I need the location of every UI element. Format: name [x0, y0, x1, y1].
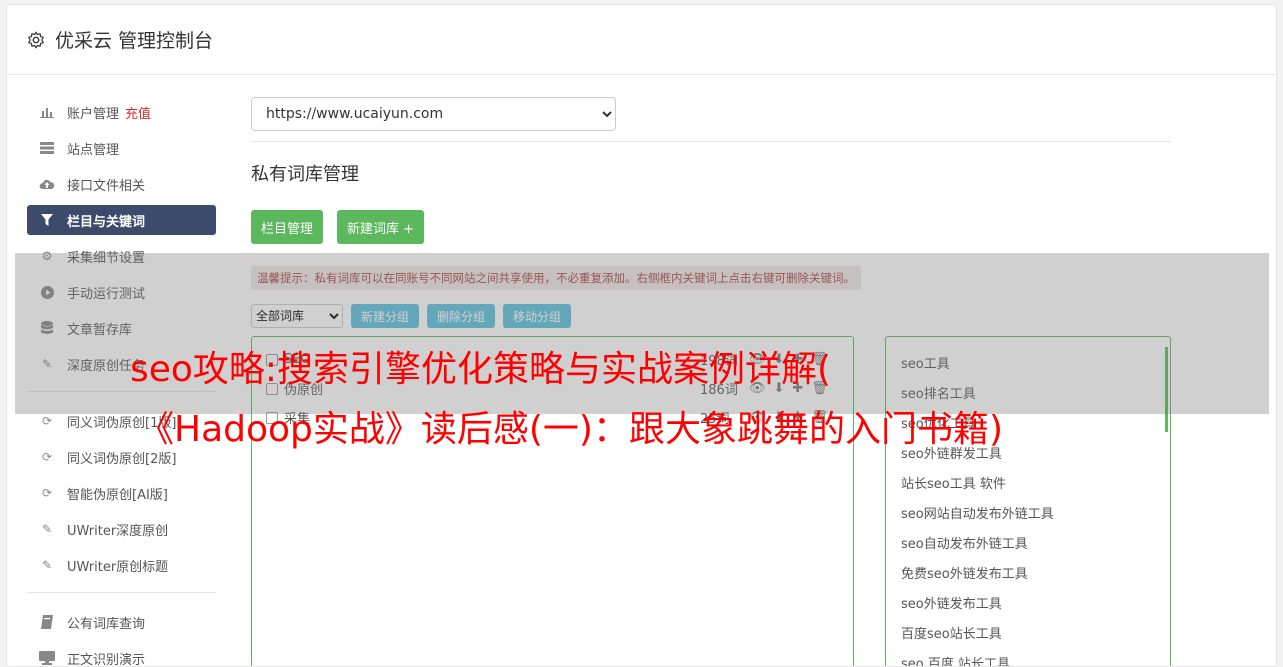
sidebar-item-sites[interactable]: 站点管理 — [27, 133, 216, 163]
sidebar-item-uwriter-deep[interactable]: ✎ UWriter深度原创 — [27, 514, 216, 544]
edit-icon: ✎ — [41, 558, 53, 572]
sidebar-item-public-lib[interactable]: 公有词库查询 — [27, 607, 216, 637]
monitor-icon — [39, 651, 55, 665]
sidebar-item-api[interactable]: 接口文件相关 — [27, 169, 216, 199]
book-icon — [39, 615, 55, 629]
keyword-item[interactable]: 百度seo站长工具 — [886, 617, 1170, 647]
column-manage-button[interactable]: 栏目管理 — [251, 210, 324, 244]
sidebar-item-label: UWriter原创标题 — [67, 559, 169, 575]
sidebar-item-account[interactable]: 账户管理 充值 — [27, 97, 216, 127]
sidebar-item-label: UWriter深度原创 — [67, 523, 169, 539]
keyword-item[interactable]: 免费seo外链发布工具 — [886, 557, 1170, 587]
sidebar-item-uwriter-title[interactable]: ✎ UWriter原创标题 — [27, 550, 216, 580]
sidebar-item-label: 正文识别演示 — [67, 652, 146, 667]
sidebar-item-label: 公有词库查询 — [67, 616, 146, 632]
keyword-item[interactable]: seo外链发布工具 — [886, 587, 1170, 617]
sidebar-item-columns-keywords[interactable]: 栏目与关键词 — [27, 205, 216, 235]
sidebar-item-label: 智能伪原创[AI版] — [67, 487, 168, 503]
bar-chart-icon — [39, 105, 55, 119]
edit-icon: ✎ — [41, 522, 53, 536]
sidebar-item-label: 站点管理 — [67, 142, 120, 158]
server-icon — [39, 141, 55, 155]
sidebar-item-ai-rewrite[interactable]: ⟳ 智能伪原创[AI版] — [27, 478, 216, 508]
sidebar-item-label: 接口文件相关 — [67, 178, 146, 194]
refresh-icon: ⟳ — [41, 486, 53, 500]
site-select[interactable]: https://www.ucaiyun.com — [251, 97, 616, 131]
sidebar-item-label: 栏目与关键词 — [67, 214, 146, 230]
cloud-upload-icon — [39, 177, 55, 191]
refresh-icon: ⟳ — [41, 450, 53, 464]
refresh-icon: ⟳ — [41, 414, 53, 428]
gear-icon — [27, 30, 45, 49]
keyword-item[interactable]: seo自动发布外链工具 — [886, 527, 1170, 557]
sidebar-item-label: 账户管理 — [67, 106, 120, 122]
keyword-item[interactable]: 站长seo工具 软件 — [886, 467, 1170, 497]
section-title: 私有词库管理 — [251, 164, 359, 185]
sidebar-divider — [27, 592, 216, 593]
action-buttons: 栏目管理 新建词库 + — [251, 210, 1171, 244]
overlay-headline-line2: 《Hadoop实战》读后感(一)：跟大象跳舞的入门书籍) — [138, 409, 1004, 450]
divider — [251, 141, 1171, 142]
overlay-headline-line1: seo攻略:搜索引擎优化策略与实战案例详解( — [130, 349, 832, 390]
keyword-item[interactable]: seo 百度 站长工具 — [886, 647, 1170, 667]
console-title: 优采云 管理控制台 — [55, 30, 214, 52]
recharge-link[interactable]: 充值 — [125, 103, 151, 122]
new-library-button[interactable]: 新建词库 + — [337, 210, 425, 244]
filter-icon — [39, 213, 55, 227]
sidebar-item-text-detect[interactable]: 正文识别演示 — [27, 643, 216, 667]
keyword-item[interactable]: seo网站自动发布外链工具 — [886, 497, 1170, 527]
page-header: 优采云 管理控制台 — [7, 5, 1276, 75]
